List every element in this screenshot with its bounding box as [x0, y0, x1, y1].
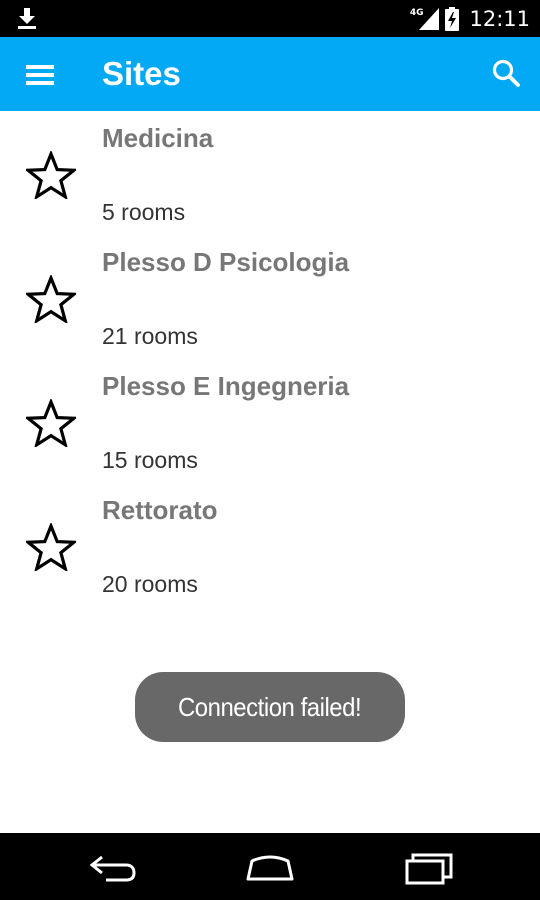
app-bar: Sites [0, 37, 540, 111]
battery-charging-icon [445, 6, 460, 31]
hamburger-menu-icon[interactable] [20, 61, 60, 89]
star-outline-icon[interactable] [26, 399, 76, 447]
navigation-bar [0, 833, 540, 900]
sites-list: Medicina 5 rooms Plesso D Psicologia 21 … [0, 111, 540, 607]
toast-message: Connection failed! [178, 691, 362, 722]
site-rooms-count: 20 rooms [102, 571, 198, 597]
back-icon[interactable] [82, 845, 142, 889]
page-title: Sites [102, 55, 181, 92]
star-outline-icon[interactable] [26, 275, 76, 323]
search-icon[interactable] [490, 57, 524, 91]
site-name: Rettorato [102, 495, 218, 525]
site-rooms-count: 5 rooms [102, 199, 186, 225]
site-rooms-count: 21 rooms [102, 323, 198, 349]
recent-apps-icon[interactable] [399, 845, 459, 889]
download-icon [18, 8, 36, 29]
list-item[interactable]: Plesso D Psicologia 21 rooms [0, 235, 540, 359]
home-icon[interactable] [240, 845, 300, 889]
clock: 12:11 [469, 6, 530, 31]
network-type-label: 4G [409, 7, 424, 18]
site-name: Medicina [102, 123, 214, 153]
list-item[interactable]: Rettorato 20 rooms [0, 483, 540, 607]
site-name: Plesso D Psicologia [102, 247, 350, 277]
star-outline-icon[interactable] [26, 151, 76, 199]
status-icons: 4G 12:11 [410, 0, 530, 37]
toast: Connection failed! [135, 672, 405, 742]
list-item[interactable]: Plesso E Ingegneria 15 rooms [0, 359, 540, 483]
site-rooms-count: 15 rooms [102, 447, 198, 473]
site-name: Plesso E Ingegneria [102, 371, 350, 401]
list-item[interactable]: Medicina 5 rooms [0, 111, 540, 235]
star-outline-icon[interactable] [26, 523, 76, 571]
status-bar: 4G 12:11 [0, 0, 540, 37]
